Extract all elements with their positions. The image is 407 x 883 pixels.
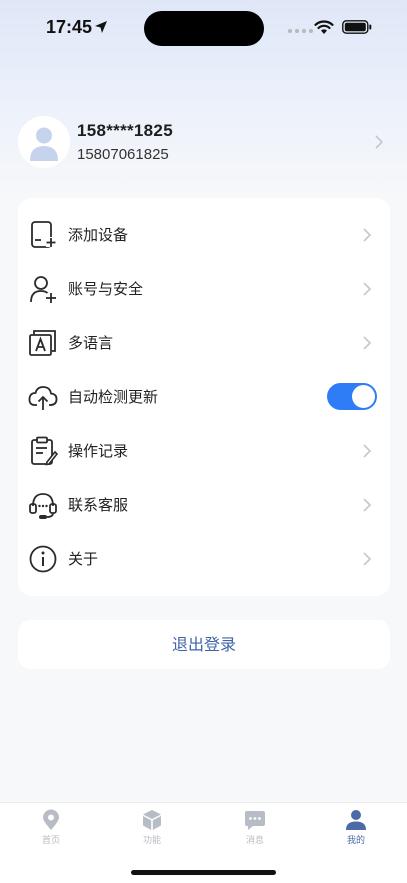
avatar[interactable]	[18, 116, 70, 168]
menu-item-label: 多语言	[68, 334, 114, 352]
tab-messages[interactable]: 消息	[225, 809, 285, 853]
location-pin-icon	[43, 809, 59, 830]
menu-item-language[interactable]: 多语言	[18, 315, 390, 369]
info-icon	[29, 545, 57, 573]
menu-item-about[interactable]: 关于	[18, 531, 390, 585]
profile-phone: 15807061825	[77, 146, 169, 163]
location-arrow-icon	[95, 21, 107, 33]
chevron-right-icon	[363, 228, 372, 242]
chevron-right-icon	[363, 282, 372, 296]
toggle-knob	[352, 385, 375, 408]
home-indicator	[131, 870, 276, 875]
profile-name: 158****1825	[77, 121, 173, 140]
auto-update-toggle[interactable]	[327, 383, 377, 410]
menu-item-customer-service[interactable]: 联系客服	[18, 477, 390, 531]
dynamic-island	[144, 11, 264, 46]
account-security-icon	[30, 276, 56, 303]
signal-dots-icon	[288, 29, 313, 33]
tab-label: 首页	[41, 836, 60, 846]
menu-item-account-security[interactable]: 账号与安全	[18, 261, 390, 315]
person-icon	[346, 810, 366, 830]
settings-menu: 添加设备 账号与安全 多语言 自动检测更新 操作记录 联系客服 关于	[18, 198, 390, 596]
battery-icon	[342, 20, 372, 34]
menu-item-add-device[interactable]: 添加设备	[18, 207, 390, 261]
tab-home[interactable]: 首页	[21, 809, 81, 853]
chevron-right-icon	[363, 552, 372, 566]
tab-label: 消息	[245, 836, 264, 846]
chevron-right-icon	[375, 135, 384, 149]
menu-item-operation-log[interactable]: 操作记录	[18, 423, 390, 477]
menu-item-label: 关于	[68, 550, 99, 568]
cloud-upload-icon	[28, 386, 58, 410]
tab-functions[interactable]: 功能	[122, 809, 182, 853]
profile-header[interactable]: 158****1825 15807061825	[0, 112, 407, 184]
clipboard-icon	[31, 436, 58, 466]
logout-button[interactable]: 退出登录	[18, 620, 390, 669]
default-avatar-icon	[30, 127, 58, 161]
add-device-icon	[31, 221, 56, 248]
menu-item-label: 添加设备	[68, 226, 129, 244]
tab-mine[interactable]: 我的	[326, 809, 386, 853]
chevron-right-icon	[363, 498, 372, 512]
menu-item-label: 账号与安全	[68, 280, 144, 298]
status-bar: 17:45	[0, 0, 407, 56]
menu-item-label: 联系客服	[68, 496, 129, 514]
menu-item-auto-update: 自动检测更新	[18, 369, 390, 423]
chevron-right-icon	[363, 444, 372, 458]
cube-icon	[143, 810, 161, 830]
menu-item-label: 操作记录	[68, 442, 129, 460]
language-icon	[29, 330, 56, 356]
headset-icon	[29, 493, 57, 519]
status-time: 17:45	[46, 17, 93, 37]
wifi-icon	[314, 20, 334, 34]
menu-item-label: 自动检测更新	[68, 388, 159, 406]
tab-label: 功能	[142, 836, 161, 846]
tab-label: 我的	[346, 836, 365, 846]
chevron-right-icon	[363, 336, 372, 350]
chat-icon	[245, 811, 265, 830]
